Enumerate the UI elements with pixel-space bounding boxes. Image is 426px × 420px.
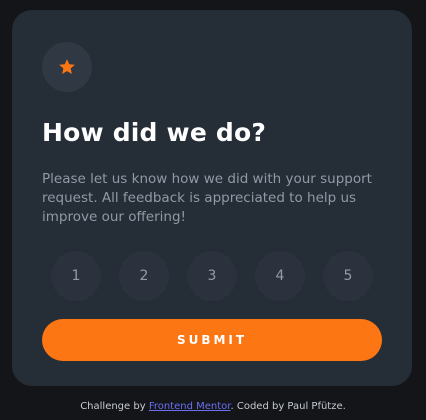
rating-button-1[interactable]: 1 (51, 251, 101, 301)
star-icon (59, 59, 75, 74)
card-title: How did we do? (42, 118, 267, 147)
attribution-prefix: Challenge by (80, 401, 149, 412)
rating-card: How did we do? Please let us know how we… (12, 10, 412, 386)
rating-button-2[interactable]: 2 (119, 251, 169, 301)
rating-button-5[interactable]: 5 (323, 251, 373, 301)
rating-button-3[interactable]: 3 (187, 251, 237, 301)
star-badge (42, 42, 92, 92)
attribution: Challenge by Frontend Mentor. Coded by P… (0, 400, 426, 414)
rating-button-4[interactable]: 4 (255, 251, 305, 301)
submit-button[interactable]: SUBMIT (42, 319, 382, 361)
frontend-mentor-link[interactable]: Frontend Mentor (149, 401, 231, 412)
card-description: Please let us know how we did with your … (42, 171, 372, 225)
attribution-suffix: . Coded by Paul Pfütze. (230, 401, 346, 412)
rating-options: 1 2 3 4 5 (42, 251, 382, 301)
